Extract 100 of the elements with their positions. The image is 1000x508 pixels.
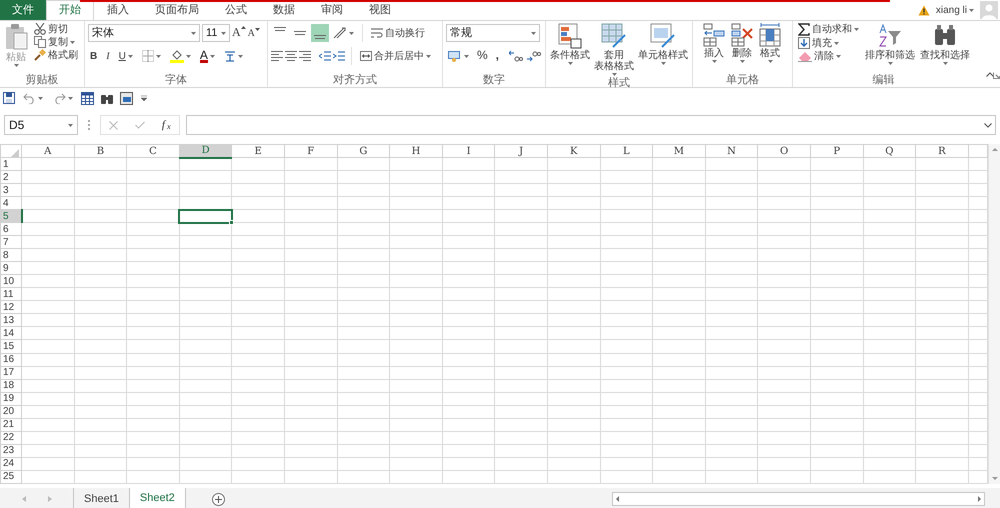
column-header[interactable]: K bbox=[547, 144, 600, 158]
format-button[interactable]: 格式 bbox=[758, 23, 782, 73]
ribbon-tab[interactable]: 审阅 bbox=[308, 0, 356, 20]
column-header[interactable]: C bbox=[126, 144, 180, 158]
row-header[interactable]: 5 bbox=[0, 210, 22, 223]
delete-cells-icon bbox=[731, 23, 753, 47]
sort-filter-button[interactable]: 排序和筛选 bbox=[864, 23, 916, 73]
percent-button[interactable]: % bbox=[475, 49, 490, 63]
row-header[interactable]: 13 bbox=[0, 314, 22, 327]
ribbon-tab[interactable]: 页面布局 bbox=[142, 0, 212, 20]
column-header[interactable]: Q bbox=[863, 144, 916, 158]
bold-button[interactable]: B bbox=[88, 50, 100, 62]
column-header[interactable]: A bbox=[22, 144, 74, 158]
row-header[interactable]: 18 bbox=[0, 379, 22, 392]
column-header[interactable]: R bbox=[916, 144, 968, 158]
row-header[interactable]: 12 bbox=[0, 300, 22, 314]
row-header[interactable]: 2 bbox=[0, 170, 22, 184]
row-header[interactable]: 22 bbox=[0, 431, 22, 444]
row-header[interactable]: 17 bbox=[0, 366, 22, 380]
fill-color-button[interactable] bbox=[168, 49, 193, 63]
formula-input[interactable] bbox=[186, 115, 996, 135]
column-header[interactable]: L bbox=[600, 144, 653, 158]
font-size-field[interactable]: 11 bbox=[202, 24, 230, 42]
row-header[interactable]: 25 bbox=[0, 470, 22, 484]
name-box[interactable]: D5 bbox=[4, 115, 78, 135]
ribbon-tab[interactable]: 数据 bbox=[260, 0, 308, 20]
column-header[interactable]: J bbox=[494, 144, 548, 158]
copy-button[interactable]: 复制 bbox=[32, 36, 80, 48]
column-header[interactable]: E bbox=[232, 144, 284, 158]
row-header[interactable]: 10 bbox=[0, 274, 22, 288]
ribbon-tab[interactable]: 插入 bbox=[94, 0, 142, 20]
find-select-button[interactable]: 查找和选择 bbox=[919, 23, 971, 73]
find-button[interactable] bbox=[100, 92, 114, 104]
row-header[interactable]: 21 bbox=[0, 418, 22, 432]
row-header[interactable]: 11 bbox=[0, 288, 22, 301]
new-sheet-button[interactable] bbox=[210, 492, 227, 506]
active-cell[interactable] bbox=[179, 210, 232, 223]
comma-button[interactable]: , bbox=[494, 49, 502, 63]
orientation-button[interactable] bbox=[331, 27, 356, 39]
number-format-field[interactable]: 常规 bbox=[446, 24, 540, 42]
column-header[interactable]: F bbox=[284, 144, 338, 158]
accounting-button[interactable] bbox=[446, 50, 471, 62]
insert-button[interactable]: 插入 bbox=[702, 23, 726, 73]
column-header[interactable]: G bbox=[337, 144, 390, 158]
row-header[interactable]: 1 bbox=[0, 158, 22, 171]
row-header[interactable]: 7 bbox=[0, 236, 22, 249]
clear-button[interactable]: 清除 bbox=[796, 50, 861, 62]
row-header[interactable]: 20 bbox=[0, 405, 22, 418]
format-painter-button[interactable]: 格式刷 bbox=[32, 49, 80, 61]
font-color-button[interactable]: A bbox=[198, 50, 217, 62]
column-header[interactable]: D bbox=[179, 144, 232, 158]
row-header[interactable]: 8 bbox=[0, 248, 22, 262]
format-as-table-button[interactable]: 套用 表格格式 bbox=[593, 23, 635, 76]
cut-button[interactable]: 剪切 bbox=[32, 23, 80, 35]
undo-button[interactable] bbox=[21, 92, 45, 104]
merge-center-button[interactable]: 合并后居中 bbox=[358, 50, 433, 62]
row-header[interactable]: 23 bbox=[0, 444, 22, 458]
form-button[interactable] bbox=[120, 92, 133, 104]
row-header[interactable]: 4 bbox=[0, 196, 22, 210]
collapse-ribbon-button[interactable] bbox=[986, 72, 994, 76]
row-header[interactable]: 6 bbox=[0, 222, 22, 236]
underline-button[interactable]: U bbox=[116, 50, 135, 62]
fill-button[interactable]: 填充 bbox=[796, 37, 861, 49]
account-button[interactable]: xiang li bbox=[934, 4, 976, 16]
row-header[interactable]: 14 bbox=[0, 326, 22, 340]
row-header[interactable]: 9 bbox=[0, 262, 22, 275]
ribbon-tab[interactable]: 视图 bbox=[356, 0, 404, 20]
horizontal-scrollbar[interactable] bbox=[612, 492, 985, 506]
column-header[interactable]: M bbox=[652, 144, 706, 158]
save-button[interactable] bbox=[3, 92, 15, 104]
column-header[interactable]: P bbox=[810, 144, 863, 158]
column-header[interactable]: O bbox=[758, 144, 810, 158]
up-caret-icon bbox=[240, 26, 246, 30]
shrink-font-button[interactable]: A bbox=[248, 28, 260, 38]
sheet-tab[interactable]: Sheet2 bbox=[128, 488, 185, 508]
column-header[interactable]: H bbox=[390, 144, 442, 158]
row-header[interactable]: 24 bbox=[0, 457, 22, 470]
italic-button[interactable]: I bbox=[104, 50, 112, 62]
row-header[interactable]: 15 bbox=[0, 340, 22, 353]
ribbon-tab[interactable]: 公式 bbox=[212, 0, 260, 20]
font-name-field[interactable]: 宋体 bbox=[88, 24, 200, 42]
wrap-text-button[interactable]: 自动换行 bbox=[369, 27, 427, 39]
customize-toolbar-button[interactable] bbox=[139, 95, 149, 101]
conditional-formatting-button[interactable]: 条件格式 bbox=[549, 23, 591, 76]
ribbon-tab[interactable]: 开始 bbox=[46, 0, 94, 20]
grow-font-button[interactable]: A bbox=[232, 26, 246, 40]
delete-button[interactable]: 删除 bbox=[730, 23, 754, 73]
ribbon-tab[interactable]: 文件 bbox=[0, 0, 46, 20]
vertical-align-button[interactable] bbox=[311, 24, 329, 42]
insert-function-button[interactable]: f$_{x}$ bbox=[160, 118, 173, 132]
row-header[interactable]: 16 bbox=[0, 353, 22, 366]
autosum-button[interactable]: 自动求和 bbox=[796, 23, 861, 36]
column-header[interactable]: N bbox=[705, 144, 758, 158]
borders-button[interactable] bbox=[140, 50, 163, 62]
column-header[interactable]: B bbox=[74, 144, 127, 158]
column-header[interactable]: I bbox=[442, 144, 495, 158]
row-header[interactable]: 19 bbox=[0, 392, 22, 406]
table-button[interactable] bbox=[81, 92, 94, 104]
cell-styles-button[interactable]: 单元格样式 bbox=[637, 23, 689, 76]
row-header[interactable]: 3 bbox=[0, 184, 22, 197]
